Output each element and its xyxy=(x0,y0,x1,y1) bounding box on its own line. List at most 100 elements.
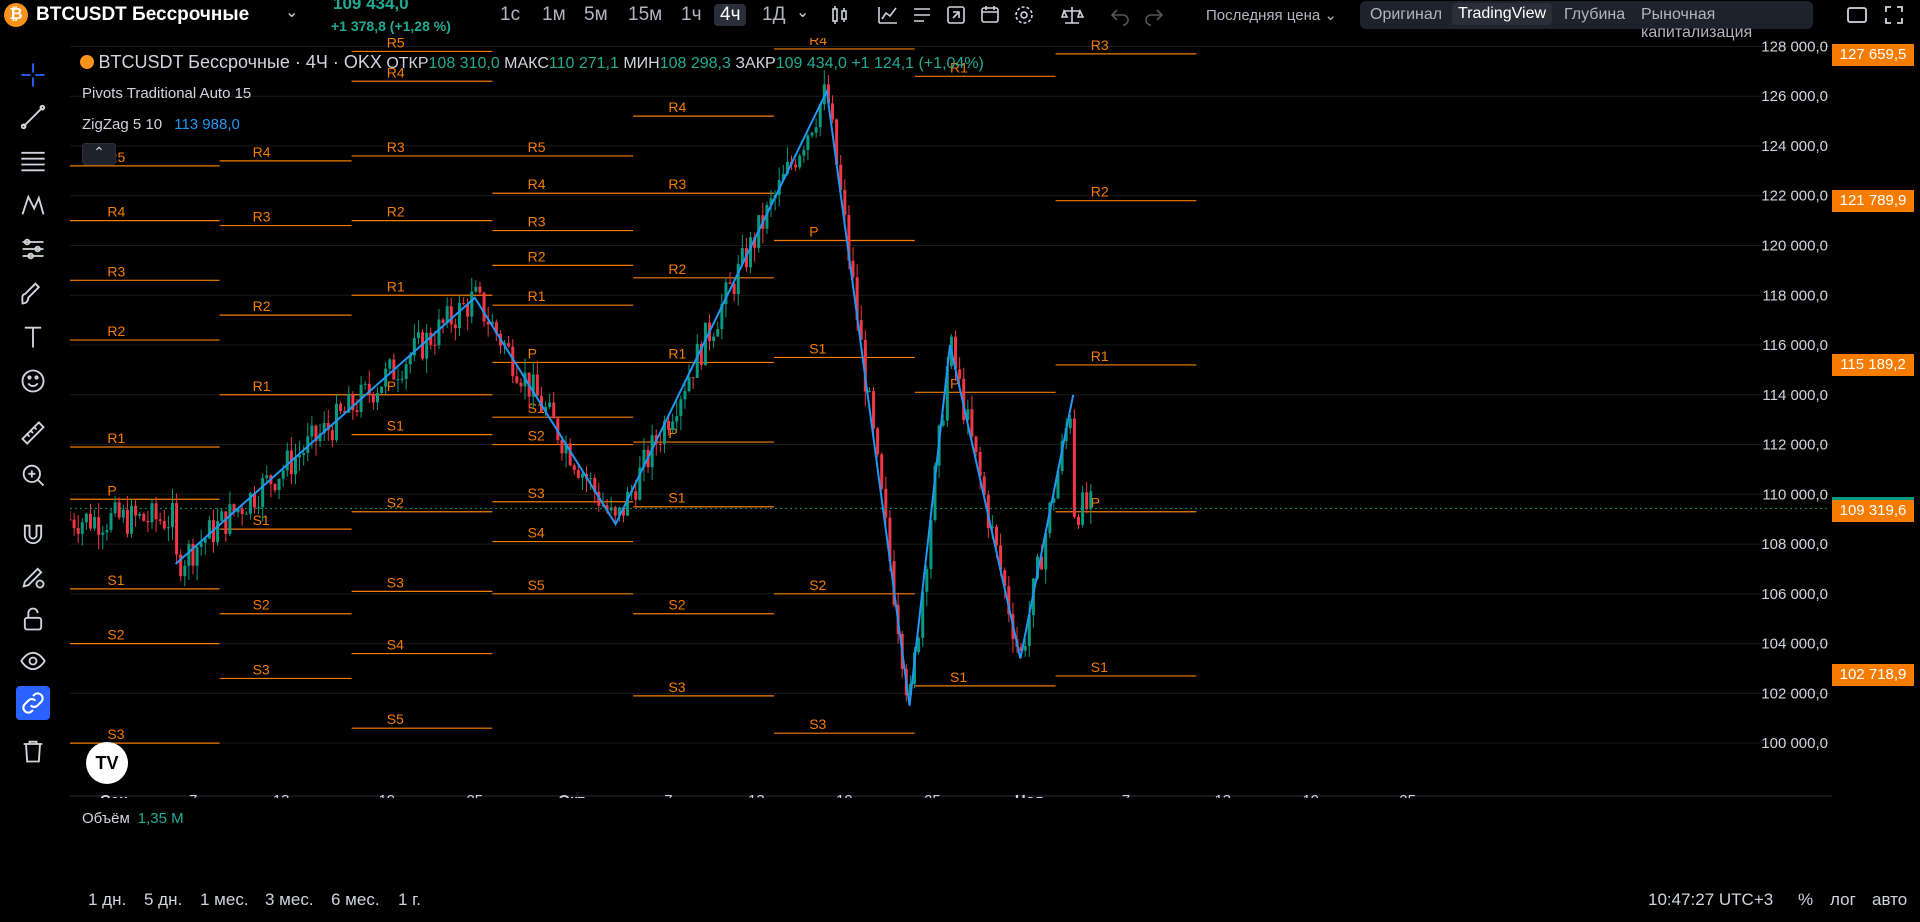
indicator-zigzag[interactable]: ZigZag 5 10 113 988,0 xyxy=(82,116,240,133)
time-tick: Окт xyxy=(558,792,585,798)
candle-body xyxy=(884,488,888,518)
compare-scale-icon[interactable] xyxy=(1060,3,1086,27)
log-toggle[interactable]: лог xyxy=(1830,890,1856,910)
clock-timezone[interactable]: 10:47:27 UTC+3 xyxy=(1648,890,1773,910)
candle-body xyxy=(84,513,88,523)
time-tick: 13 xyxy=(1214,792,1231,798)
view-market-cap[interactable]: Рыночная капитализация xyxy=(1641,6,1813,42)
pivot-label: S1 xyxy=(950,669,967,685)
range-1d[interactable]: 1 дн. xyxy=(88,890,126,910)
legend-title[interactable]: BTCUSDT Бессрочные · 4Ч · OKX xyxy=(98,52,381,72)
candle-body xyxy=(691,377,695,379)
indicator-pivots[interactable]: Pivots Traditional Auto 15 xyxy=(82,85,251,102)
price-chart[interactable]: 128 000,0 126 000,0 124 000,0 122 000,0 120 … xyxy=(70,38,1832,798)
candle-body xyxy=(970,409,974,437)
candle-body xyxy=(974,436,978,452)
tf-1m[interactable]: 1м xyxy=(542,4,566,26)
volume-legend: Объём 1,35 M xyxy=(82,810,184,827)
candle-body xyxy=(671,421,675,430)
tf-4h[interactable]: 4ч xyxy=(714,4,747,26)
tf-1h[interactable]: 1ч xyxy=(681,4,701,26)
trash-icon[interactable] xyxy=(16,734,50,768)
price-tick: 124 000,0 xyxy=(1761,138,1828,155)
view-original[interactable]: Оригинал xyxy=(1370,6,1442,24)
range-6m[interactable]: 6 мес. xyxy=(331,890,380,910)
brush-icon[interactable] xyxy=(16,276,50,310)
horizontal-lines-icon[interactable] xyxy=(16,144,50,178)
tf-15m[interactable]: 15м xyxy=(628,4,662,26)
pivot-label: R2 xyxy=(387,204,405,220)
price-axis-label: 127 659,5 xyxy=(1832,43,1914,66)
range-5d[interactable]: 5 дн. xyxy=(144,890,182,910)
zoom-in-icon[interactable] xyxy=(16,458,50,492)
lock-drawing-icon[interactable] xyxy=(16,560,50,594)
chevron-down-icon[interactable]: ⌄ xyxy=(285,2,298,22)
auto-toggle[interactable]: авто xyxy=(1872,890,1907,910)
prediction-icon[interactable] xyxy=(16,232,50,266)
candle-body xyxy=(589,478,593,480)
emoji-icon[interactable] xyxy=(16,364,50,398)
list-icon[interactable] xyxy=(910,3,936,27)
range-1m[interactable]: 1 мес. xyxy=(200,890,249,910)
range-3m[interactable]: 3 мес. xyxy=(265,890,314,910)
ruler-icon[interactable] xyxy=(16,416,50,450)
bitcoin-icon: ₿ xyxy=(4,3,28,27)
candle-body xyxy=(519,382,523,387)
symbol-title[interactable]: BTCUSDT Бессрочные xyxy=(36,4,249,26)
price-tick: 104 000,0 xyxy=(1761,636,1828,653)
pivot-label: R1 xyxy=(107,430,125,446)
alert-icon[interactable] xyxy=(978,3,1004,27)
candle-body xyxy=(146,520,150,523)
magnet-icon[interactable] xyxy=(16,518,50,552)
candle-body xyxy=(425,332,429,359)
price-tick: 112 000,0 xyxy=(1762,437,1828,454)
price-axis-label: 109 319,6 xyxy=(1832,500,1914,523)
candle-body xyxy=(634,491,638,500)
fullscreen-window-icon[interactable] xyxy=(1845,3,1871,27)
price-type-label: Последняя цена xyxy=(1206,7,1321,24)
tf-1s[interactable]: 1с xyxy=(500,4,520,26)
eye-icon[interactable] xyxy=(16,644,50,678)
low-label: МИН xyxy=(623,55,660,72)
indicators-icon[interactable] xyxy=(876,3,902,27)
candle-body xyxy=(339,403,343,412)
tradingview-logo-icon[interactable]: TV xyxy=(86,742,128,784)
tf-5m[interactable]: 5м xyxy=(584,4,608,26)
pivot-label: S1 xyxy=(1091,659,1108,675)
candle-body xyxy=(220,511,224,522)
legend-change: +1 124,1 (+1,04%) xyxy=(851,55,984,72)
pattern-icon[interactable] xyxy=(16,188,50,222)
text-icon[interactable] xyxy=(16,320,50,354)
timeframe-more-chevron-icon[interactable]: ⌄ xyxy=(796,2,822,26)
percent-toggle[interactable]: % xyxy=(1798,890,1813,910)
tf-1d[interactable]: 1Д xyxy=(762,4,785,26)
view-tradingview[interactable]: TradingView xyxy=(1452,3,1553,25)
expand-icon[interactable] xyxy=(1882,3,1908,27)
candle-body xyxy=(293,457,297,475)
price-tick: 110 000,0 xyxy=(1762,486,1828,503)
range-1y[interactable]: 1 г. xyxy=(398,890,421,910)
pivot-label: P xyxy=(528,345,537,361)
volume-label: Объём xyxy=(82,810,130,827)
price-tick: 126 000,0 xyxy=(1761,88,1828,105)
candle-body xyxy=(80,522,84,534)
open-label: ОТКР xyxy=(386,55,429,72)
redo-icon[interactable] xyxy=(1142,3,1168,27)
replay-icon[interactable] xyxy=(944,3,970,27)
candle-body xyxy=(261,478,265,508)
undo-icon[interactable] xyxy=(1108,3,1134,27)
collapse-legend-button[interactable]: ⌃ xyxy=(82,143,116,165)
crosshair-icon[interactable] xyxy=(16,58,50,92)
price-type-select[interactable]: Последняя цена ⌄ xyxy=(1206,6,1337,24)
link-icon[interactable] xyxy=(16,686,50,720)
price-change: +1 378,8 (+1,28 %) xyxy=(331,18,451,34)
trend-line-icon[interactable] xyxy=(16,100,50,134)
candles-icon[interactable] xyxy=(828,3,854,27)
view-depth[interactable]: Глубина xyxy=(1564,6,1625,24)
candle-body xyxy=(802,149,806,156)
candle-body xyxy=(101,532,105,535)
settings-gear-icon[interactable] xyxy=(1012,3,1038,27)
candle-body xyxy=(195,546,199,566)
time-tick: 25 xyxy=(924,792,941,798)
lock-icon[interactable] xyxy=(16,602,50,636)
